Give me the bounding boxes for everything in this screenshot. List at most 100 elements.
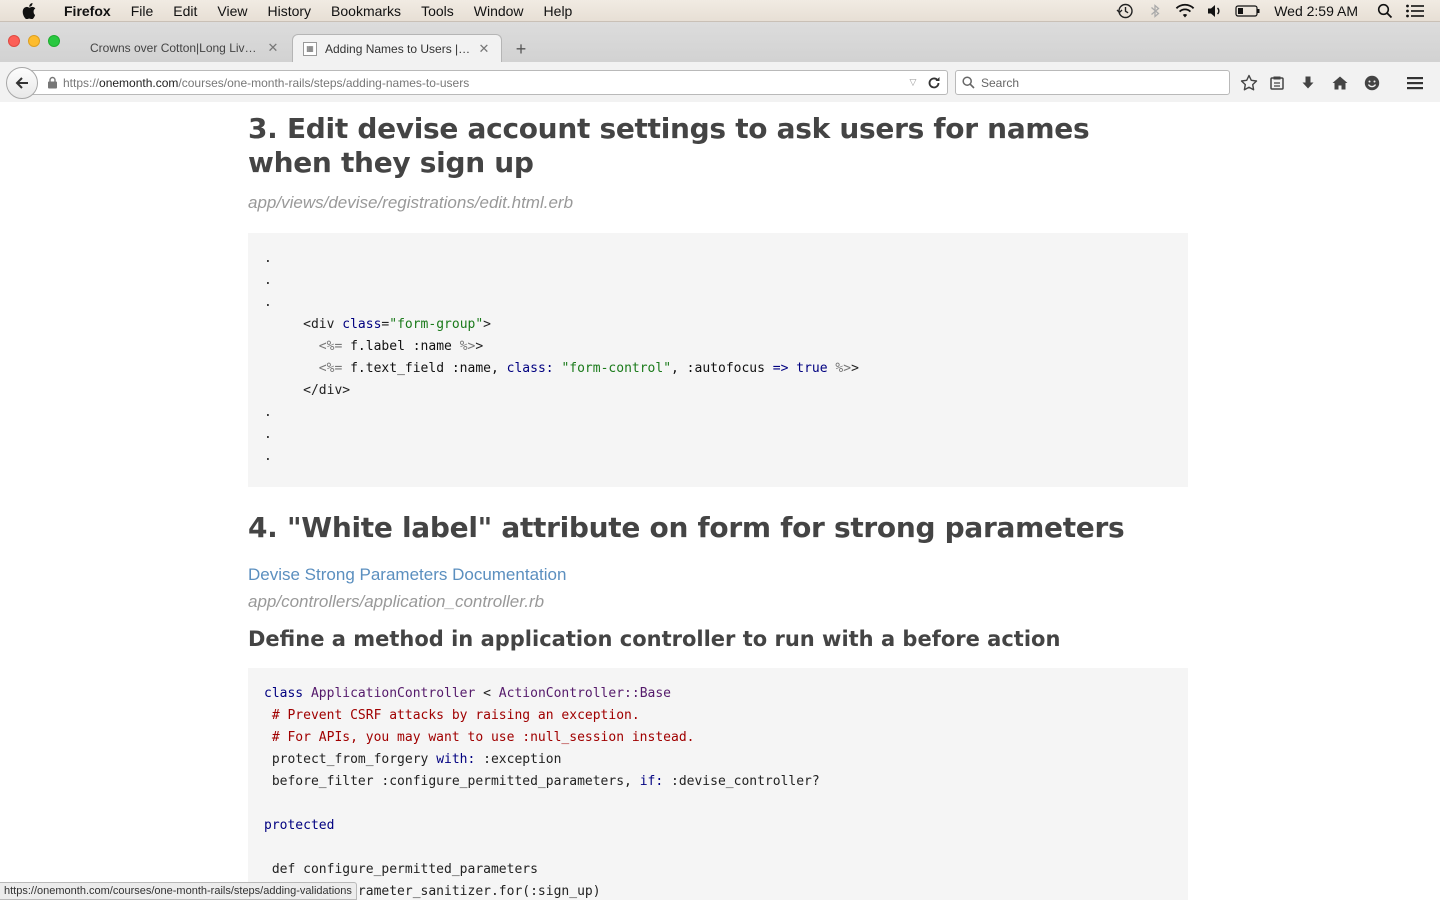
code-token: , :autofocus xyxy=(671,361,773,376)
code-comment: # Prevent CSRF attacks by raising an exc… xyxy=(264,708,640,723)
devise-strong-params-link[interactable]: Devise Strong Parameters Documentation xyxy=(248,565,1188,585)
code-token: "form-group" xyxy=(389,317,484,332)
macos-menu-bar: Firefox File Edit View History Bookmarks… xyxy=(0,0,1440,22)
code-line: . xyxy=(264,270,1172,292)
code-token: <%= xyxy=(318,361,343,376)
step3-heading: 3. Edit devise account settings to ask u… xyxy=(248,112,1090,179)
url-text[interactable]: https://onemonth.com/courses/one-month-r… xyxy=(63,76,905,90)
menu-help[interactable]: Help xyxy=(534,0,583,22)
url-prefix: https:// xyxy=(63,75,100,90)
window-close-button[interactable] xyxy=(8,35,20,47)
code-block-edit-view[interactable]: ... <div class="form-group"> <%= f.label… xyxy=(248,233,1188,487)
menu-firefox[interactable]: Firefox xyxy=(54,0,121,22)
window-zoom-button[interactable] xyxy=(48,35,60,47)
code-token: protected xyxy=(264,818,335,833)
code-token: class xyxy=(264,686,304,701)
code-token: with: xyxy=(436,752,476,767)
method-subheading: Define a method in application controlle… xyxy=(248,627,1061,651)
window-minimize-button[interactable] xyxy=(28,35,40,47)
reload-icon[interactable] xyxy=(921,72,947,94)
code-line: . xyxy=(264,292,1172,314)
code-token: def configure_permitted_parameters xyxy=(264,862,538,877)
back-button[interactable] xyxy=(6,67,38,99)
tab-close-icon[interactable]: ✕ xyxy=(266,41,280,55)
notification-center-icon[interactable] xyxy=(1404,0,1426,22)
search-bar[interactable] xyxy=(955,70,1230,95)
code-token: "form-control" xyxy=(553,361,672,376)
tab-adding-names-to-users[interactable]: ▦ Adding Names to Users | O... ✕ xyxy=(292,34,502,62)
spotlight-icon[interactable] xyxy=(1374,0,1396,22)
ellipsis-dot: . xyxy=(264,295,272,310)
downloads-icon[interactable] xyxy=(1297,72,1319,94)
tab-crowns-over-cotton[interactable]: Crowns over Cotton|Long Live C... ✕ xyxy=(80,34,290,62)
tab-title: Crowns over Cotton|Long Live C... xyxy=(90,41,260,55)
code-token: f.text_field :name, xyxy=(342,361,507,376)
ellipsis-dot: . xyxy=(264,273,272,288)
code-token: f.label :name xyxy=(342,339,460,354)
tab-title: Adding Names to Users | O... xyxy=(325,41,471,56)
code-line: # Prevent CSRF attacks by raising an exc… xyxy=(264,705,1172,727)
battery-icon[interactable] xyxy=(1234,0,1262,22)
new-tab-plus-icon[interactable]: + xyxy=(510,38,532,60)
bluetooth-icon[interactable] xyxy=(1144,0,1166,22)
lock-icon[interactable] xyxy=(45,76,59,90)
code-line: <%= f.text_field :name, class: "form-con… xyxy=(264,358,1172,380)
code-line: . xyxy=(264,248,1172,270)
page-content: 3. Edit devise account settings to ask u… xyxy=(0,102,1440,900)
wifi-icon[interactable] xyxy=(1174,0,1196,22)
volume-icon[interactable] xyxy=(1204,0,1226,22)
code-line: . xyxy=(264,446,1172,468)
code-token: > xyxy=(851,361,859,376)
search-icon xyxy=(962,76,975,89)
step4-heading: 4. "White label" attribute on form for s… xyxy=(248,511,1125,544)
code-token: ApplicationController xyxy=(303,686,484,701)
ellipsis-dot: . xyxy=(264,405,272,420)
menu-file[interactable]: File xyxy=(121,0,164,22)
code-line: . xyxy=(264,424,1172,446)
code-token: before_filter :configure_permitted_param… xyxy=(264,774,640,789)
bookmark-star-icon[interactable] xyxy=(1238,72,1260,94)
browser-chrome: Crowns over Cotton|Long Live C... ✕ ▦ Ad… xyxy=(0,22,1440,102)
code-token: true xyxy=(788,361,836,376)
menu-edit[interactable]: Edit xyxy=(163,0,207,22)
link-status-overlay: https://onemonth.com/courses/one-month-r… xyxy=(0,882,357,900)
menu-tools[interactable]: Tools xyxy=(411,0,464,22)
hamburger-menu-icon[interactable] xyxy=(1404,72,1426,94)
apple-icon[interactable] xyxy=(18,0,40,22)
code-line: class ApplicationController < ActionCont… xyxy=(264,683,1172,705)
url-bar[interactable]: https://onemonth.com/courses/one-month-r… xyxy=(30,70,948,95)
code-line: <%= f.label :name %>> xyxy=(264,336,1172,358)
menu-history[interactable]: History xyxy=(257,0,321,22)
search-input[interactable] xyxy=(981,75,1211,90)
time-machine-icon[interactable] xyxy=(1114,0,1136,22)
code-comment: # For APIs, you may want to use :null_se… xyxy=(264,730,695,745)
code-token: protect_from_forgery xyxy=(264,752,437,767)
menu-view[interactable]: View xyxy=(207,0,257,22)
code-line: before_filter :configure_permitted_param… xyxy=(264,771,1172,793)
code-token: <div xyxy=(303,317,343,332)
bookmarks-menu-icon[interactable] xyxy=(1266,72,1288,94)
code-block-application-controller[interactable]: class ApplicationController < ActionCont… xyxy=(248,668,1188,900)
menu-bookmarks[interactable]: Bookmarks xyxy=(321,0,411,22)
ellipsis-dot: . xyxy=(264,251,272,266)
code-line: </div> xyxy=(264,380,1172,402)
home-icon[interactable] xyxy=(1329,72,1351,94)
code-line: # For APIs, you may want to use :null_se… xyxy=(264,727,1172,749)
code-line: protect_from_forgery with: :exception xyxy=(264,749,1172,771)
code-token: ActionController::Base xyxy=(490,686,671,701)
code-token: class xyxy=(342,317,382,332)
code-token: < xyxy=(483,686,491,701)
menubar-clock[interactable]: Wed 2:59 AM xyxy=(1274,3,1358,19)
code-token: %> xyxy=(835,361,852,376)
hello-chat-icon[interactable] xyxy=(1361,72,1383,94)
menu-window[interactable]: Window xyxy=(464,0,534,22)
code-line: <div class="form-group"> xyxy=(264,314,1172,336)
page-favicon-icon: ▦ xyxy=(303,41,317,56)
code-line: devise_parameter_sanitizer.for(:sign_up) xyxy=(264,881,1172,900)
url-history-dropdown-icon[interactable]: ▽ xyxy=(905,77,921,88)
code-token: => xyxy=(772,361,789,376)
code-token: if: xyxy=(639,774,664,789)
tab-close-icon[interactable]: ✕ xyxy=(477,41,491,56)
ellipsis-dot: . xyxy=(264,449,272,464)
